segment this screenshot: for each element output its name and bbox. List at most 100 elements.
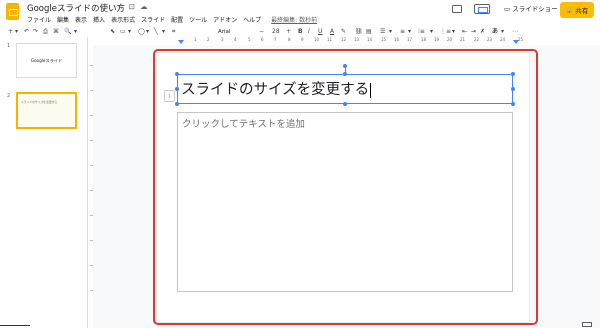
text-color-icon[interactable]: A xyxy=(330,27,334,37)
ruler-mark: 18 xyxy=(421,37,427,42)
ruler-mark: 2 xyxy=(207,37,210,42)
line-spacing-icon[interactable]: ≡ xyxy=(400,27,405,37)
slides-logo[interactable] xyxy=(6,3,19,20)
toolbar: + ▾ ↶ ↷ ⎙ ⌘ 🔍 ▾ ⬉ ▭ ▾ ◯ ▾ ╲ ▾ ⌗ Arial − … xyxy=(0,27,600,37)
ruler-mark: 17 xyxy=(407,37,413,42)
slide-thumbnail-2[interactable]: スライドのサイズを変更する xyxy=(16,92,77,129)
link-icon[interactable]: ⛓ xyxy=(355,27,363,37)
document-title[interactable]: Googleスライドの使い方 xyxy=(27,2,125,14)
zoom-icon[interactable]: 🔍 xyxy=(64,27,71,37)
ruler-mark: 9 xyxy=(301,37,304,42)
increase-indent-icon[interactable]: ⇥ xyxy=(471,27,476,37)
slide-number: 1 xyxy=(7,43,11,49)
new-slide-menu-icon[interactable]: ▾ xyxy=(15,27,18,37)
ruler-mark: 3 xyxy=(221,37,224,42)
lock-icon: 🔒 xyxy=(565,6,574,14)
share-button[interactable]: 🔒 共有 xyxy=(560,2,594,18)
menu-arrange[interactable]: 配置 xyxy=(171,15,183,24)
ruler-mark: 4 xyxy=(234,37,237,42)
new-slide-icon[interactable]: + xyxy=(8,27,13,37)
menu-bar: ファイル 編集 表示 挿入 表示形式 スライド 配置 ツール アドオン ヘルプ … xyxy=(27,15,317,24)
horizontal-ruler: 1 2 3 4 5 6 7 8 9 10 11 12 13 14 15 16 1… xyxy=(88,37,600,45)
shape-menu-icon[interactable]: ▾ xyxy=(146,27,149,37)
input-tools-menu-icon[interactable]: ▾ xyxy=(501,27,504,37)
comment-history-icon[interactable] xyxy=(452,5,462,13)
checklist-menu-icon[interactable]: ▾ xyxy=(430,27,433,37)
font-size-decrease-icon[interactable]: − xyxy=(259,27,264,37)
ruler-mark: 8 xyxy=(288,37,291,42)
menu-edit[interactable]: 編集 xyxy=(57,15,69,24)
shape-icon[interactable]: ◯ xyxy=(138,27,145,37)
fill-color-icon[interactable]: ⌗ xyxy=(172,27,175,37)
clear-format-icon[interactable]: ✗ xyxy=(480,27,485,37)
ruler-mark: 7 xyxy=(274,37,277,42)
title-icons: ☆⊡☁ xyxy=(117,2,153,11)
ruler-mark: 5 xyxy=(248,37,251,42)
menu-insert[interactable]: 挿入 xyxy=(93,15,105,24)
font-family-select[interactable]: Arial xyxy=(218,27,230,37)
checklist-icon[interactable]: ⁝≡ xyxy=(418,27,425,37)
print-icon[interactable]: ⎙ xyxy=(43,27,48,37)
italic-icon[interactable]: I xyxy=(308,27,310,37)
undo-icon[interactable]: ↶ xyxy=(24,27,29,37)
slideshow-button[interactable]: ▭ スライドショー▾ xyxy=(504,3,564,13)
menu-view[interactable]: 表示 xyxy=(75,15,87,24)
right-indent-marker[interactable] xyxy=(513,40,519,44)
star-icon[interactable]: ☆ xyxy=(117,2,129,11)
vertical-scrollbar[interactable] xyxy=(590,45,600,315)
zoom-menu-icon[interactable]: ▾ xyxy=(74,27,77,37)
ruler-mark: 23 xyxy=(487,37,493,42)
menu-format[interactable]: 表示形式 xyxy=(111,15,135,24)
left-indent-marker[interactable] xyxy=(178,40,184,44)
thumbnail-title: スライドのサイズを変更する xyxy=(21,100,58,104)
bulleted-list-menu-icon[interactable]: ▾ xyxy=(452,27,455,37)
align-icon[interactable]: ☰ xyxy=(380,27,385,37)
ruler-mark: 19 xyxy=(434,37,440,42)
decrease-indent-icon[interactable]: ⇤ xyxy=(462,27,467,37)
ruler-mark: 13 xyxy=(354,37,360,42)
filmstrip-scrollbar[interactable] xyxy=(0,325,30,326)
slide-number: 2 xyxy=(7,93,11,99)
font-size-increase-icon[interactable]: + xyxy=(286,27,291,37)
comment-add-icon[interactable]: ▤ xyxy=(366,27,372,37)
menu-help[interactable]: ヘルプ xyxy=(243,15,261,24)
underline-icon[interactable]: U xyxy=(318,27,322,37)
menu-tools[interactable]: ツール xyxy=(189,15,207,24)
last-edit-link[interactable]: 最終編集: 数秒前 xyxy=(271,15,317,24)
ruler-mark: 14 xyxy=(367,37,373,42)
slide-thumbnail-1[interactable]: Googleスライド xyxy=(16,43,77,78)
ruler-mark: 1 xyxy=(194,37,197,42)
bold-icon[interactable]: B xyxy=(298,27,303,37)
ruler-mark: 6 xyxy=(261,37,264,42)
image-menu-icon[interactable]: ▾ xyxy=(128,27,131,37)
input-tools-icon[interactable]: あ xyxy=(492,27,498,37)
more-icon[interactable]: ⋯ xyxy=(512,27,518,37)
app-header: Googleスライドの使い方 ☆⊡☁ ファイル 編集 表示 挿入 表示形式 スラ… xyxy=(0,0,600,27)
explore-icon[interactable] xyxy=(582,322,592,327)
present-mode-icon[interactable] xyxy=(474,4,490,14)
paint-format-icon[interactable]: ⌘ xyxy=(53,27,59,37)
bulleted-list-icon[interactable]: ⋮≡ xyxy=(440,27,451,37)
ruler-mark: 21 xyxy=(460,37,466,42)
menu-addons[interactable]: アドオン xyxy=(213,15,237,24)
slides-app: Googleスライドの使い方 ☆⊡☁ ファイル 編集 表示 挿入 表示形式 スラ… xyxy=(0,0,600,328)
select-icon[interactable]: ⬉ xyxy=(110,27,115,37)
ruler-mark: 16 xyxy=(394,37,400,42)
line-icon[interactable]: ╲ xyxy=(154,27,158,37)
ruler-mark: 22 xyxy=(474,37,480,42)
menu-file[interactable]: ファイル xyxy=(27,15,51,24)
highlight-frame xyxy=(153,49,538,325)
share-label: 共有 xyxy=(575,7,589,15)
textbox-icon[interactable]: ▭ xyxy=(120,27,126,37)
cloud-status-icon[interactable]: ☁ xyxy=(140,2,153,11)
ruler-mark: 11 xyxy=(327,37,333,42)
slideshow-label: スライドショー xyxy=(512,5,558,13)
line-spacing-menu-icon[interactable]: ▾ xyxy=(408,27,411,37)
font-size-input[interactable]: 28 xyxy=(272,27,280,37)
folder-move-icon[interactable]: ⊡ xyxy=(129,2,140,11)
highlight-icon[interactable]: ✎ xyxy=(341,27,346,37)
menu-slide[interactable]: スライド xyxy=(141,15,165,24)
align-menu-icon[interactable]: ▾ xyxy=(389,27,392,37)
line-menu-icon[interactable]: ▾ xyxy=(162,27,165,37)
redo-icon[interactable]: ↷ xyxy=(33,27,38,37)
